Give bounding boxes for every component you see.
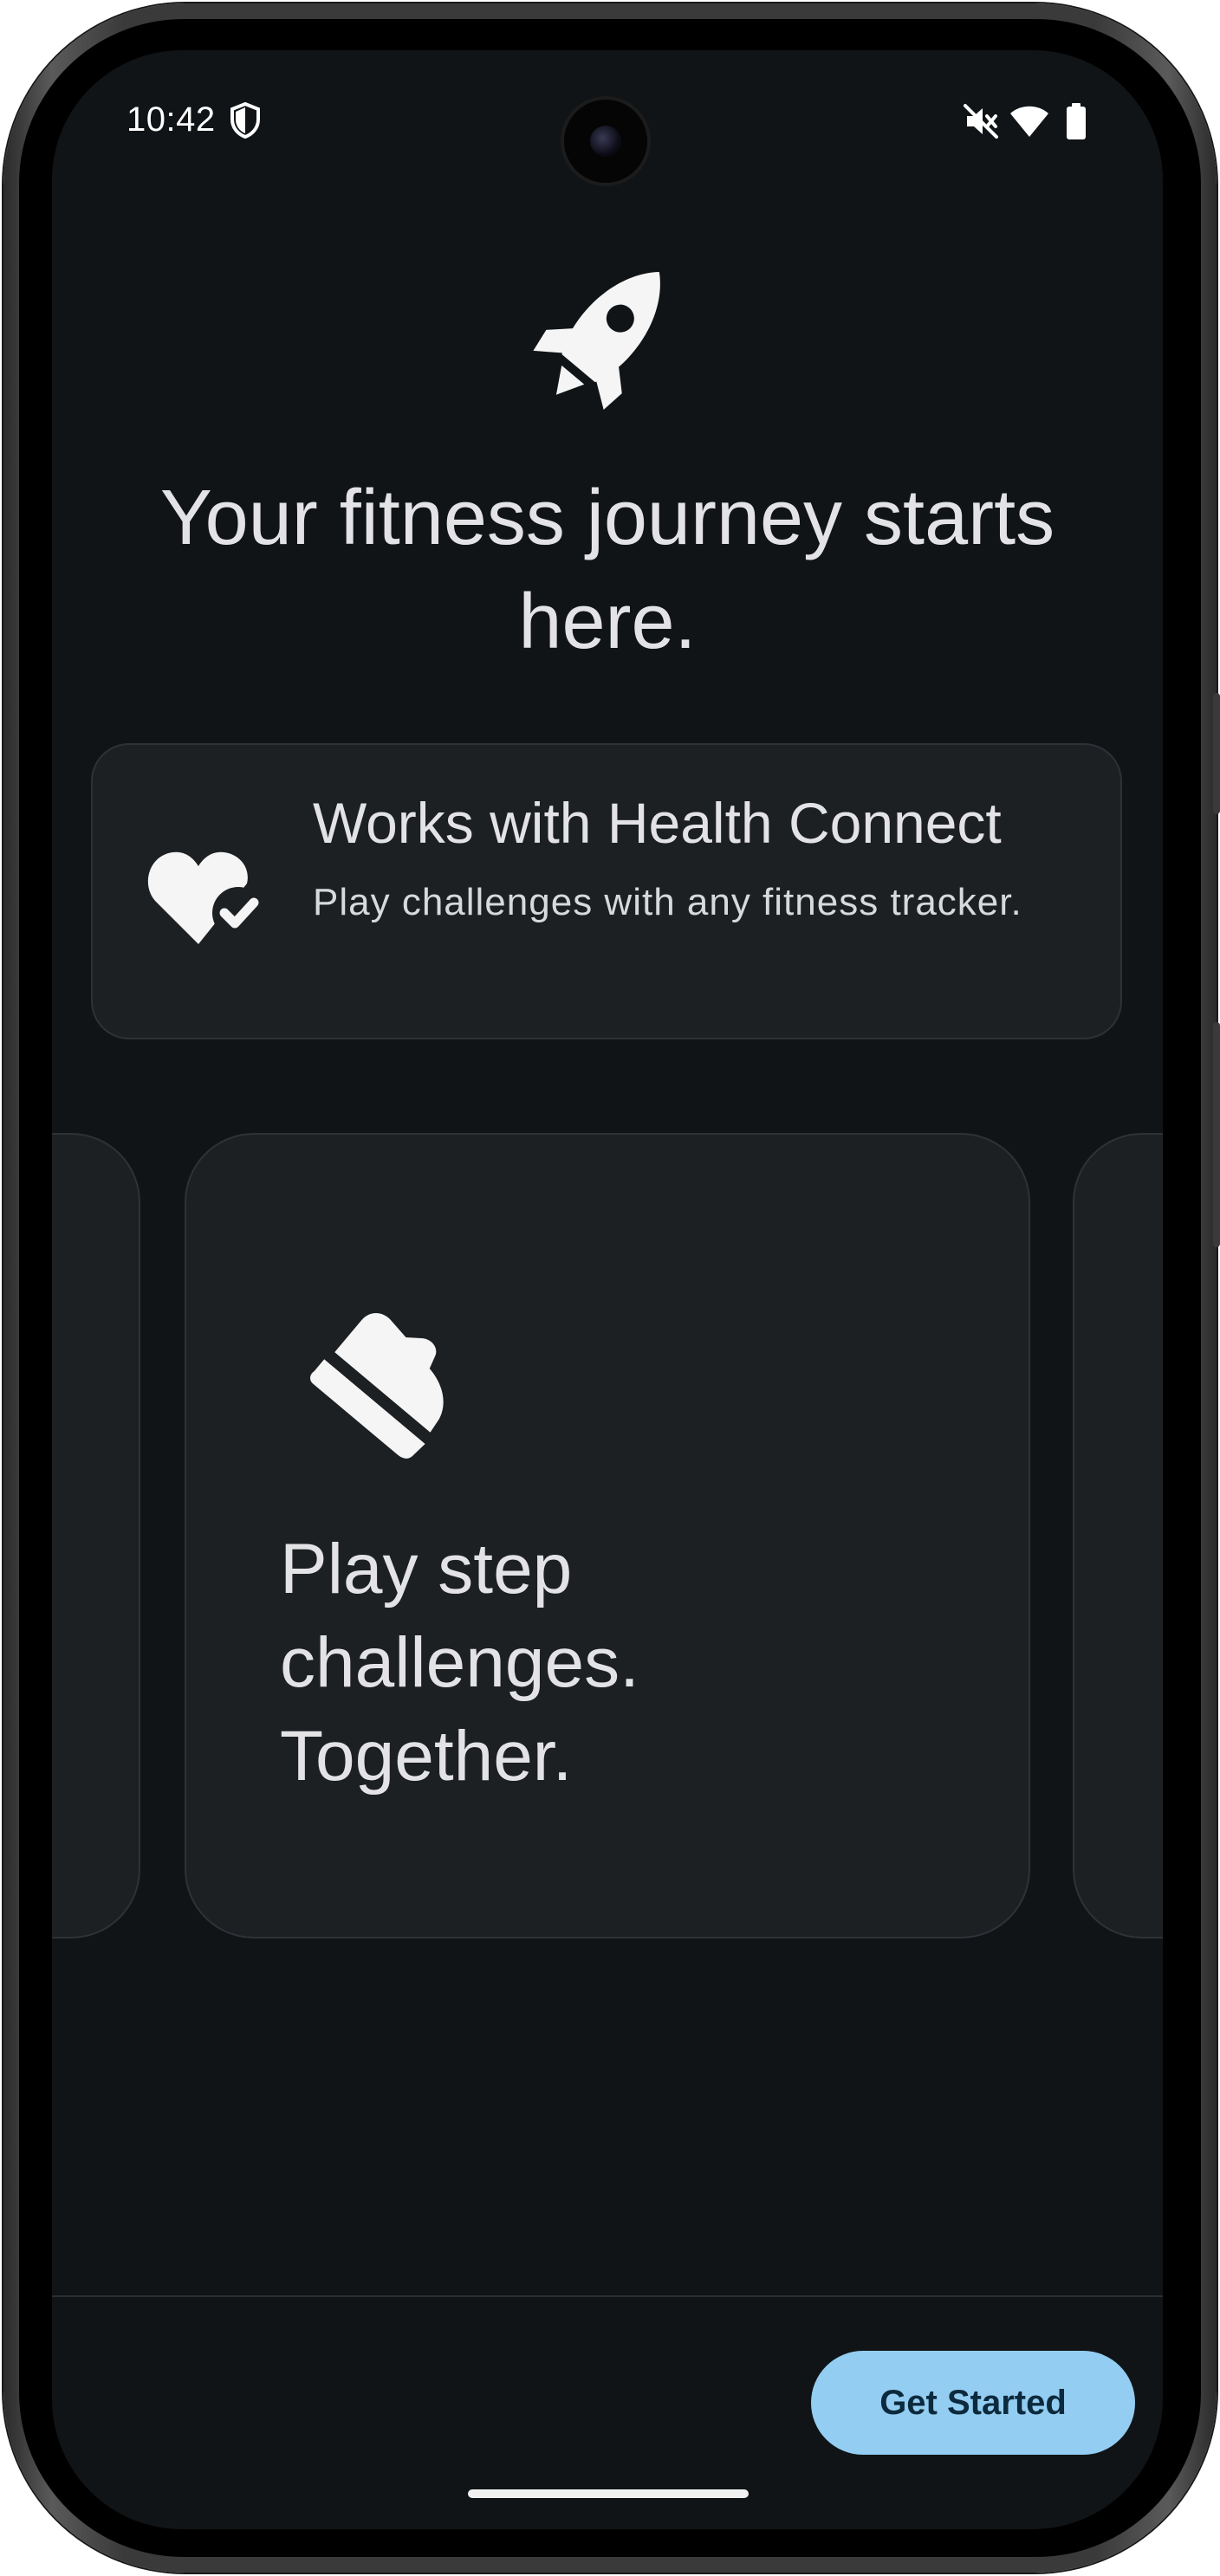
sneaker-icon [310,1313,444,1459]
health-connect-card: Works with Health Connect Play challenge… [91,743,1122,1039]
carousel-card-text: Play step challenges. Together. [280,1530,639,1796]
wifi-icon [1010,106,1048,137]
carousel-card-current[interactable]: Play step challenges. Together. [185,1133,1030,1938]
phone-device: 10:42 Your fitness journey starts here. … [0,0,1220,2576]
carousel-card-next[interactable] [1073,1133,1163,1938]
health-connect-subtitle: Play challenges with any fitness tracker… [313,881,1022,923]
app-screen: 10:42 Your fitness journey starts here. … [52,50,1163,2529]
power-button [1213,1022,1220,1247]
shield-icon [230,102,260,139]
front-camera [564,100,647,183]
home-indicator[interactable] [468,2489,749,2498]
status-time: 10:42 [127,100,216,139]
carousel-card-previous[interactable] [52,1133,140,1938]
page-title: Your fitness journey starts here. [159,475,1055,665]
mute-icon [964,104,998,139]
heart-check-icon [147,851,264,944]
rocket-icon [533,272,660,410]
battery-icon [1067,103,1086,139]
get-started-button[interactable]: Get Started [811,2351,1135,2455]
volume-button [1213,693,1220,814]
footer-divider [52,2295,1163,2297]
health-connect-title: Works with Health Connect [313,791,1002,855]
